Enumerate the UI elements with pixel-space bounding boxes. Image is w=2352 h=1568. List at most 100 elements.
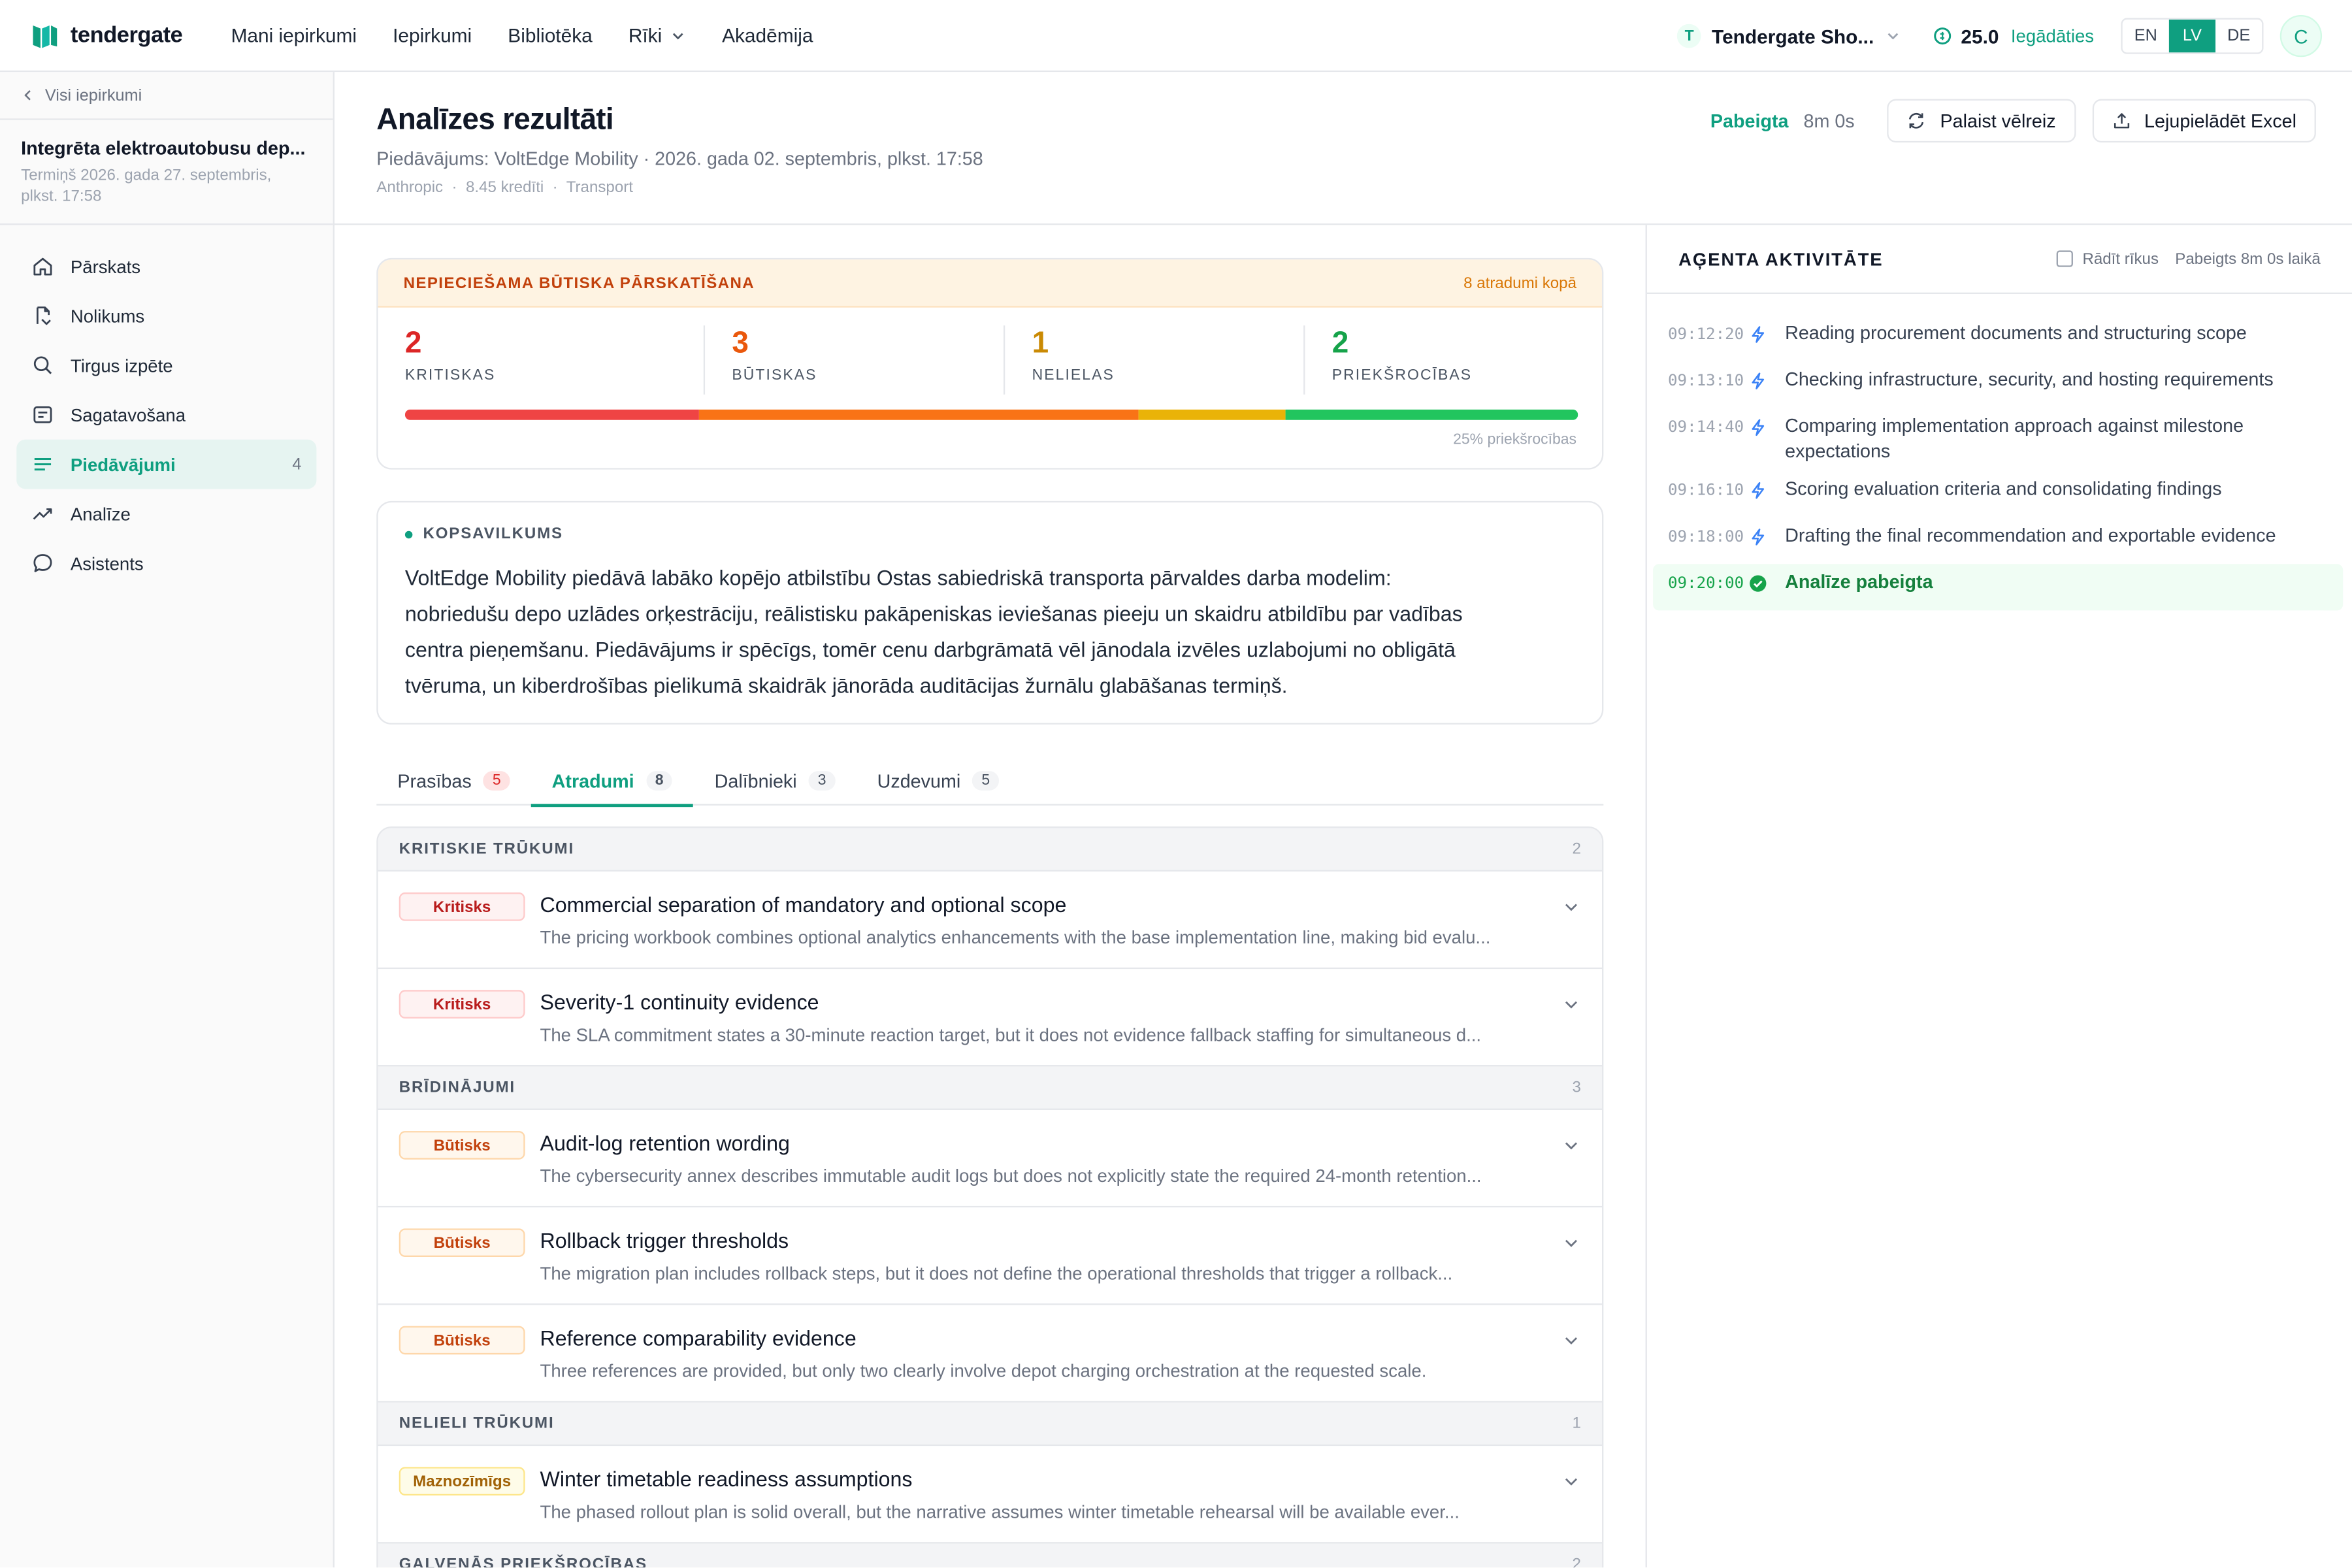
tab-tasks[interactable]: Uzdevumi 5 xyxy=(856,756,1020,806)
header-actions: Pabeigta 8m 0s Palaist vēlreiz Lejupielā… xyxy=(1710,99,2316,143)
severity-bar-segment xyxy=(1284,409,1578,420)
severity-pill: Kritisks xyxy=(399,892,525,921)
buy-credits-link[interactable]: Iegādāties xyxy=(2011,25,2094,46)
rerun-button[interactable]: Palaist vēlreiz xyxy=(1887,99,2076,143)
rerun-label: Palaist vēlreiz xyxy=(1940,110,2056,131)
finding-description: The SLA commitment states a 30-minute re… xyxy=(540,1024,1482,1046)
activity-controls: Rādīt rīkus Pabeigts 8m 0s laikā xyxy=(2057,250,2321,268)
search-icon xyxy=(33,356,52,374)
chat-icon xyxy=(33,554,52,572)
trend-icon xyxy=(33,508,52,520)
activity-finished: Pabeigts 8m 0s laikā xyxy=(2175,250,2321,268)
findings-list: KRITISKIE TRŪKUMI 2 Kritisks Commercial sep… xyxy=(376,826,1604,1568)
activity-row: 09:14:40 Comparing implementation approac… xyxy=(1653,408,2343,470)
nav-tools[interactable]: Rīki xyxy=(629,24,686,46)
severity-label: KRITISKAS xyxy=(404,367,496,384)
nav-label: Akadēmija xyxy=(722,24,813,47)
finding-title: Severity-1 continuity evidence xyxy=(540,990,819,1015)
sidebar-item-offers[interactable]: Piedāvājumi 4 xyxy=(16,439,317,489)
group-count: 2 xyxy=(1572,840,1581,858)
activity-text: Drafting the final recommendation and ex… xyxy=(1785,525,2276,546)
lightning-icon xyxy=(1752,529,1765,546)
nav-my-tenders[interactable]: Mani iepirkumi xyxy=(231,24,357,46)
sidebar-item-specification[interactable]: Nolikums xyxy=(16,291,316,340)
show-tools-label[interactable]: Rādīt rīkus xyxy=(2082,250,2159,268)
tab-requirements[interactable]: Prasības 5 xyxy=(376,756,531,806)
sidebar-item-market-research[interactable]: Tirgus izpēte xyxy=(16,340,316,390)
lang-de[interactable]: DE xyxy=(2215,20,2262,53)
activity-text: Analīze pabeigta xyxy=(1785,571,1933,593)
activity-time: 09:16:10 xyxy=(1668,481,1744,500)
finding-row[interactable]: Būtisks Rollback trigger thresholds The mi… xyxy=(378,1207,1603,1305)
download-excel-button[interactable]: Lejupielādēt Excel xyxy=(2091,99,2316,143)
lightning-icon xyxy=(1752,419,1765,436)
top-right-controls: T Tendergate Sho... 25.0 Iegādāties EN L… xyxy=(1677,0,2323,72)
finding-row[interactable]: Būtisks Reference comparability evidence T… xyxy=(378,1305,1603,1403)
activity-text: Reading procurement documents and struct… xyxy=(1785,322,2247,344)
finding-title: Rollback trigger thresholds xyxy=(540,1228,789,1253)
finding-row[interactable]: Maznozīmīgs Winter timetable readiness as… xyxy=(378,1446,1603,1544)
organization-switcher[interactable]: T Tendergate Sho... xyxy=(1677,24,1901,48)
meta-separator: · xyxy=(447,178,462,197)
sidebar-item-label: Asistents xyxy=(70,553,144,574)
org-name: Tendergate Sho... xyxy=(1712,24,1874,48)
finding-description: The phased rollout plan is solid overall… xyxy=(540,1501,1460,1523)
home-icon xyxy=(33,257,52,276)
finding-row[interactable]: Būtisks Audit-log retention wording The cy… xyxy=(378,1109,1603,1208)
activity-time: 09:12:20 xyxy=(1668,325,1744,344)
nav-academy[interactable]: Akadēmija xyxy=(722,24,813,46)
finding-description: The cybersecurity annex describes immuta… xyxy=(540,1165,1482,1187)
chevron-down-icon xyxy=(1565,1478,1577,1486)
tab-findings[interactable]: Atradumi 8 xyxy=(531,756,694,808)
back-to-tenders-link[interactable]: Visi iepirkumi xyxy=(0,72,333,120)
severity-pill: Maznozīmīgs xyxy=(399,1467,525,1496)
group-title: NELIELI TRŪKUMI xyxy=(399,1414,555,1433)
findings-group-header: KRITISKIE TRŪKUMI 2 xyxy=(378,828,1603,872)
activity-row: 09:13:10 Checking infrastructure, securit… xyxy=(1653,361,2343,408)
sidebar-item-label: Pārskats xyxy=(70,255,141,277)
severity-value: 1 xyxy=(1032,327,1049,361)
nav-tenders[interactable]: Iepirkumi xyxy=(393,24,472,46)
sidebar-item-analysis[interactable]: Analīze xyxy=(16,489,316,538)
user-avatar[interactable]: C xyxy=(2279,14,2323,57)
sidebar-item-assistant[interactable]: Asistents xyxy=(16,538,316,588)
brand-name: tendergate xyxy=(70,22,183,48)
review-title: NEPIECIEŠAMA BŪTISKA PĀRSKATĪŠANA xyxy=(403,274,755,292)
upload-icon xyxy=(2113,113,2129,129)
meta-credits: 8.45 kredīti xyxy=(465,178,544,197)
refresh-icon xyxy=(1909,112,1925,129)
findings-group-header: BRĪDINĀJUMI 3 xyxy=(378,1066,1603,1110)
top-navigation-bar: tendergate Mani iepirkumi Iepirkumi Bibl… xyxy=(0,0,2352,73)
brand[interactable]: tendergate xyxy=(31,22,231,48)
group-count: 2 xyxy=(1572,1555,1581,1568)
page-subtitle: Piedāvājums: VoltEdge Mobility · 2026. g… xyxy=(376,148,983,170)
severity-value: 3 xyxy=(732,327,749,361)
severity-value: 2 xyxy=(404,327,422,361)
activity-text: Scoring evaluation criteria and consolid… xyxy=(1785,478,2222,500)
strengths-share: 25% priekšrocības xyxy=(1453,432,1576,449)
finding-row[interactable]: Kritisks Severity-1 continuity evidence Th… xyxy=(378,969,1603,1067)
chevron-down-icon xyxy=(1565,1001,1577,1009)
tab-participants[interactable]: Dalībnieki 3 xyxy=(693,756,856,806)
app-root: tendergate Mani iepirkumi Iepirkumi Bibl… xyxy=(0,0,2352,1568)
sidebar-item-label: Sagatavošana xyxy=(70,404,186,425)
severity-bar-segment xyxy=(1138,409,1285,420)
lightning-icon xyxy=(1752,326,1765,343)
nav-library[interactable]: Bibliotēka xyxy=(508,24,592,46)
page-header: Analīzes rezultāti Piedāvājums: VoltEdge… xyxy=(334,72,2352,225)
tendergate-logo-icon xyxy=(33,24,57,48)
finding-description: The pricing workbook combines optional a… xyxy=(540,926,1491,949)
severity-pill: Būtisks xyxy=(399,1131,525,1160)
tab-count: 5 xyxy=(483,771,510,791)
show-tools-checkbox[interactable] xyxy=(2057,250,2074,267)
tab-count: 8 xyxy=(646,771,673,791)
group-title: KRITISKIE TRŪKUMI xyxy=(399,840,575,858)
lang-en[interactable]: EN xyxy=(2123,20,2169,53)
lang-lv[interactable]: LV xyxy=(2168,19,2216,53)
severity-minor: 1 NELIELAS xyxy=(1005,325,1305,395)
activity-time: 09:14:40 xyxy=(1668,418,1744,437)
finding-title: Reference comparability evidence xyxy=(540,1326,857,1350)
sidebar-item-overview[interactable]: Pārskats xyxy=(16,242,316,291)
finding-row[interactable]: Kritisks Commercial separation of mandato… xyxy=(378,871,1603,970)
sidebar-item-preparation[interactable]: Sagatavošana xyxy=(16,390,316,440)
